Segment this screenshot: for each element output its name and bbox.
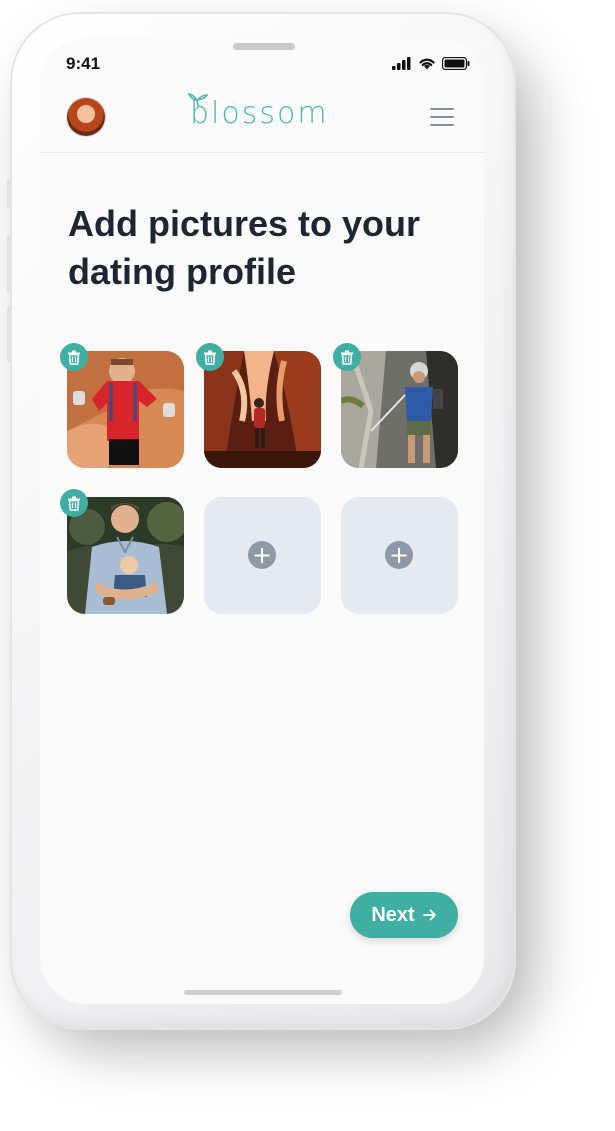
- profile-photo-tile[interactable]: [204, 351, 321, 468]
- trash-icon: [341, 350, 353, 365]
- trash-icon: [204, 350, 216, 365]
- delete-photo-button[interactable]: [60, 343, 88, 371]
- home-indicator[interactable]: [184, 990, 342, 995]
- profile-photo-tile[interactable]: [341, 351, 458, 468]
- battery-icon: [442, 56, 470, 70]
- user-avatar[interactable]: [67, 98, 105, 136]
- arrow-right-icon: [422, 909, 436, 921]
- phone-side-button: [7, 236, 11, 292]
- speaker-grill: [233, 43, 295, 50]
- next-button-label: Next: [371, 903, 415, 926]
- add-photo-icon[interactable]: +: [385, 541, 413, 569]
- phone-side-button: [7, 180, 11, 208]
- sprout-icon: [188, 92, 208, 106]
- wifi-icon: [419, 58, 435, 69]
- photo-rock-climber: [341, 351, 458, 468]
- add-photo-tile[interactable]: +: [341, 497, 458, 614]
- app-name: blossom: [190, 96, 329, 131]
- delete-photo-button[interactable]: [60, 489, 88, 517]
- photo-man-with-baby: [67, 497, 184, 614]
- phone-side-button: [7, 306, 11, 362]
- status-time: 9:41: [66, 54, 101, 73]
- next-button[interactable]: Next: [350, 892, 458, 938]
- profile-photo-tile[interactable]: [67, 497, 184, 614]
- photo-man-red-shirt: [67, 351, 184, 468]
- add-photo-icon[interactable]: +: [248, 541, 276, 569]
- app-screen: 9:41 blossom Add pictures to your dating…: [40, 38, 484, 1004]
- trash-icon: [68, 496, 80, 511]
- add-photo-tile[interactable]: +: [204, 497, 321, 614]
- delete-photo-button[interactable]: [196, 343, 224, 371]
- delete-photo-button[interactable]: [333, 343, 361, 371]
- page-title: Add pictures to your dating profile: [68, 203, 421, 292]
- trash-icon: [68, 350, 80, 365]
- app-header: blossom: [40, 90, 484, 153]
- app-logo: blossom: [188, 92, 329, 131]
- signal-icon: [392, 56, 411, 70]
- photo-canyon-hiker: [204, 351, 321, 468]
- status-icons: [392, 56, 470, 70]
- profile-photo-tile[interactable]: [67, 351, 184, 468]
- hamburger-menu-icon[interactable]: [430, 108, 454, 128]
